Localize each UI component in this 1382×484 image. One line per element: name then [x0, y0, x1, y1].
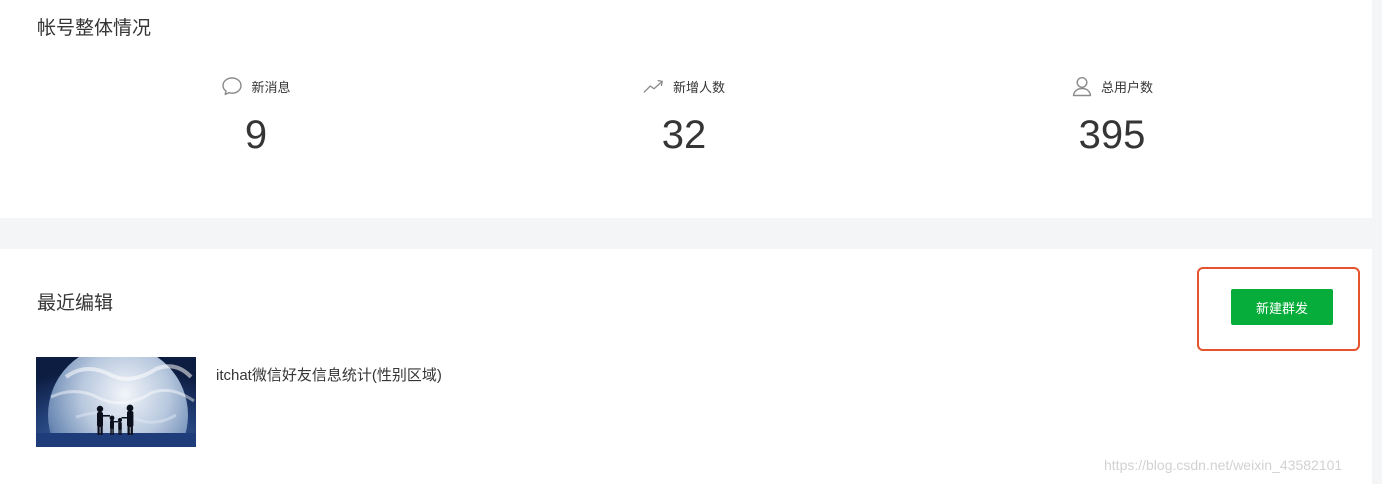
page: 帐号整体情况 新消息 9 新增人数 32 总用户数 395 最近编辑 新建群发 … [0, 0, 1382, 484]
stat-new-messages: 新消息 9 [136, 74, 376, 157]
stat-label: 新增人数 [672, 79, 725, 95]
stat-value: 395 [1078, 113, 1146, 157]
stat-label: 总用户数 [1100, 79, 1153, 95]
stat-total-users: 总用户数 395 [992, 74, 1232, 157]
article-title-link[interactable]: itchat微信好友信息统计(性别区域) [216, 364, 442, 385]
overview-title: 帐号整体情况 [37, 18, 152, 39]
recent-title: 最近编辑 [37, 293, 114, 314]
article-thumbnail[interactable] [36, 357, 196, 447]
trend-up-icon [643, 75, 665, 97]
user-icon [1071, 75, 1093, 97]
recent-edits-card: 最近编辑 新建群发 itchat微信好友信息统计(性别区域) [0, 249, 1372, 484]
earth-family-silhouette-image [36, 357, 196, 447]
stat-label: 新消息 [251, 79, 291, 95]
watermark: https://blog.csdn.net/weixin_43582101 [1104, 457, 1343, 473]
chat-bubble-icon [221, 75, 243, 97]
stat-value: 32 [661, 113, 707, 157]
new-mass-message-button[interactable]: 新建群发 [1231, 289, 1333, 325]
stat-value: 9 [244, 113, 268, 157]
account-overview-card: 帐号整体情况 新消息 9 新增人数 32 总用户数 395 [0, 0, 1372, 218]
stat-new-followers: 新增人数 32 [564, 74, 804, 157]
